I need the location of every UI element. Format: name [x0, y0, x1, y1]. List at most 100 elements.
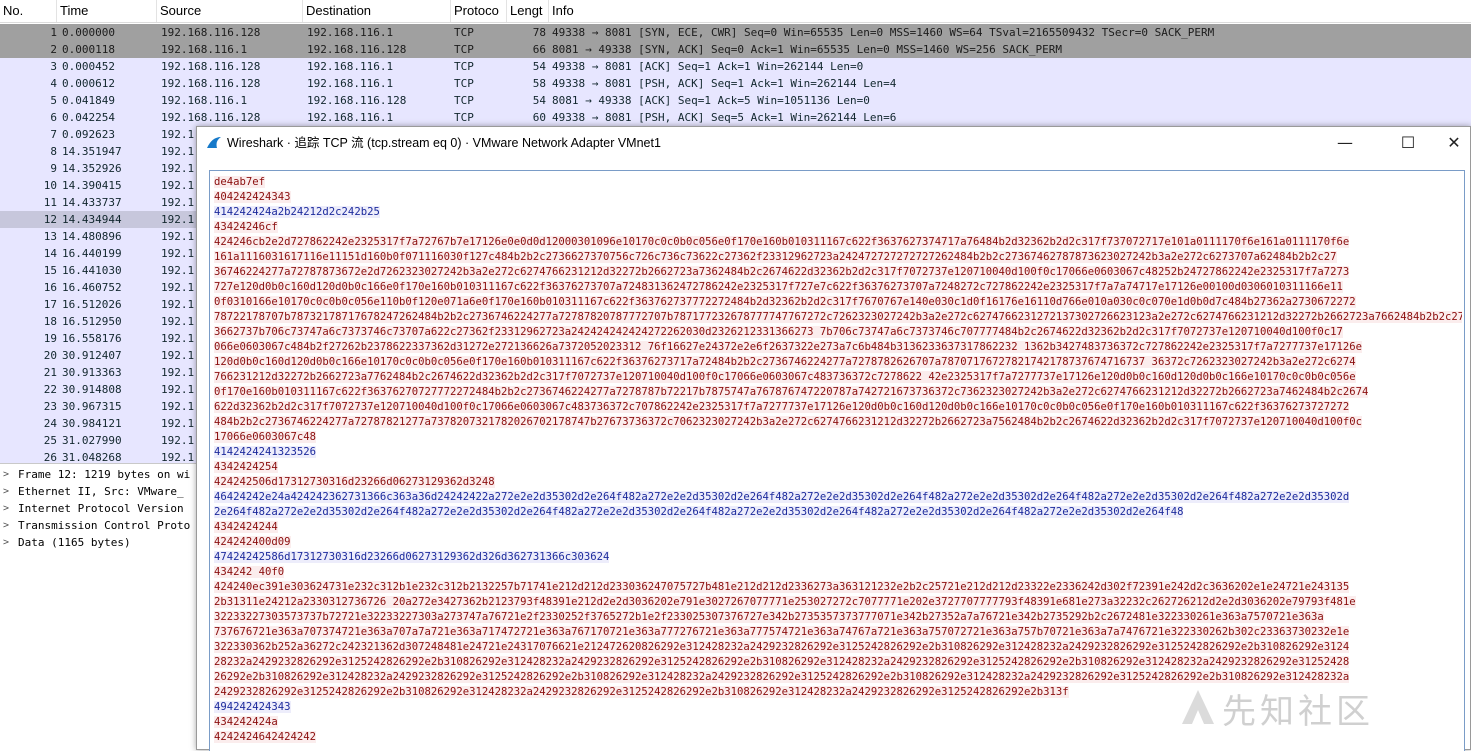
packet-cell-info: 49338 → 8081 [PSH, ACK] Seq=1 Ack=1 Win=… [552, 77, 897, 90]
client-stream-line: 4242424642424242 [214, 731, 317, 743]
packet-cell-proto: TCP [454, 77, 474, 90]
client-stream-line: 36746224277a72787873672e2d7262323027242b… [214, 266, 1350, 278]
packet-cell-info: 49338 → 8081 [ACK] Seq=1 Ack=1 Win=26214… [552, 60, 864, 73]
expand-arrow-icon[interactable]: > [3, 534, 9, 551]
packet-cell-time: 0.092623 [62, 128, 115, 141]
column-header-time[interactable]: Time [57, 0, 157, 22]
close-button[interactable]: ✕ [1431, 127, 1471, 159]
packet-cell-no: 17 [43, 298, 57, 311]
packet-cell-no: 12 [43, 213, 57, 226]
packet-cell-info: 49338 → 8081 [PSH, ACK] Seq=5 Ack=1 Win=… [552, 111, 897, 124]
packet-row[interactable]: 5 0.041849 192.168.116.1 192.168.116.128 TCP… [0, 92, 1471, 109]
client-stream-line: 727e120d0b0c160d120d0b0c166e0f170e160b01… [214, 281, 1343, 293]
packet-cell-src: 192.1 [161, 213, 195, 226]
column-header-destination[interactable]: Destination [303, 0, 451, 22]
packet-row[interactable]: 1 0.000000 192.168.116.128 192.168.116.1 TCP… [0, 24, 1471, 41]
expand-arrow-icon[interactable]: > [3, 517, 9, 534]
packet-cell-src: 192.1 [161, 145, 195, 158]
client-stream-line: 3662737b706c73747a6c7373746c73707a622c27… [214, 326, 1343, 338]
stream-line: 4342424254 [214, 460, 1462, 475]
stream-line: de4ab7ef [214, 175, 1462, 190]
packet-cell-no: 7 [50, 128, 57, 141]
packet-cell-src: 192.1 [161, 281, 195, 294]
client-stream-line: 4342424254 [214, 461, 278, 473]
packet-cell-time: 0.041849 [62, 94, 115, 107]
client-stream-line: 17066e0603067c48 [214, 431, 317, 443]
wireshark-fin-icon [207, 137, 221, 148]
packet-cell-info: 8081 → 49338 [ACK] Seq=1 Ack=5 Win=10511… [552, 94, 870, 107]
packet-cell-len: 66 [532, 43, 546, 56]
packet-cell-dst: 192.168.116.1 [307, 60, 394, 73]
stream-line: 36746224277a72787873672e2d7262323027242b… [214, 265, 1462, 280]
server-stream-line: 414242424a2b24212d2c242b25 [214, 206, 380, 218]
packet-cell-no: 10 [43, 179, 57, 192]
dialog-titlebar[interactable]: Wireshark · 追踪 TCP 流 (tcp.stream eq 0) ·… [197, 127, 1470, 159]
column-header-protocol[interactable]: Protoco [451, 0, 507, 22]
packet-cell-info: 49338 → 8081 [SYN, ECE, CWR] Seq=0 Win=6… [552, 26, 1215, 39]
stream-line: 26292e2b310826292e312428232a242923282629… [214, 670, 1462, 685]
server-stream-line: 494242424343 [214, 701, 291, 713]
packet-cell-len: 54 [532, 94, 546, 107]
stream-line: 46424242e24a424242362731366c363a36d24242… [214, 490, 1462, 505]
expand-arrow-icon[interactable]: > [3, 483, 9, 500]
stream-line: 2b31311e24212a2330312736726 20a272e34273… [214, 595, 1462, 610]
stream-line: 120d0b0c160d120d0b0c166e10170c0c0b0c056e… [214, 355, 1462, 370]
column-header-length[interactable]: Lengt [507, 0, 549, 22]
packet-cell-src: 192.1 [161, 162, 195, 175]
packet-cell-no: 11 [43, 196, 57, 209]
packet-row[interactable]: 3 0.000452 192.168.116.128 192.168.116.1 TCP… [0, 58, 1471, 75]
packet-detail-item[interactable]: > Transmission Control Proto [0, 517, 200, 534]
packet-row[interactable]: 2 0.000118 192.168.116.1 192.168.116.128 TCP… [0, 41, 1471, 58]
packet-details-pane: > Frame 12: 1219 bytes on wi > Ethernet II,… [0, 463, 200, 751]
client-stream-line: 066e0603067c484b2f27262b2378622337362d31… [214, 341, 1363, 353]
stream-line: 434242 40f0 [214, 565, 1462, 580]
packet-cell-proto: TCP [454, 94, 474, 107]
stream-line: 2e264f482a272e2e2d35302d2e264f482a272e2e… [214, 505, 1462, 520]
packet-cell-no: 20 [43, 349, 57, 362]
minimize-button[interactable]: — [1322, 127, 1368, 159]
stream-line: 4342424244 [214, 520, 1462, 535]
packet-detail-item[interactable]: > Frame 12: 1219 bytes on wi [0, 466, 200, 483]
client-stream-line: 32233227303573737b72721e32233227303a2737… [214, 611, 1324, 623]
packet-cell-dst: 192.168.116.128 [307, 43, 407, 56]
packet-cell-time: 16.558176 [62, 332, 122, 345]
client-stream-line: 322330362b252a36272c242321362d307248481e… [214, 641, 1350, 653]
expand-arrow-icon[interactable]: > [3, 466, 9, 483]
stream-line: 322330362b252a36272c242321362d307248481e… [214, 640, 1462, 655]
packet-cell-no: 1 [50, 26, 57, 39]
packet-list-header: No. Time Source Destination Protoco Leng… [0, 0, 1471, 23]
packet-cell-time: 30.984121 [62, 417, 122, 430]
packet-cell-src: 192.1 [161, 196, 195, 209]
stream-line: 424246cb2e2d727862242e2325317f7a72767b7e… [214, 235, 1462, 250]
packet-cell-no: 13 [43, 230, 57, 243]
packet-detail-item[interactable]: > Internet Protocol Version [0, 500, 200, 517]
stream-content-area[interactable]: de4ab7ef 404242424343 414242424a2b24212d2c… [209, 170, 1465, 751]
stream-line: 404242424343 [214, 190, 1462, 205]
packet-cell-time: 0.000118 [62, 43, 115, 56]
stream-line: 43424246cf [214, 220, 1462, 235]
column-header-info[interactable]: Info [549, 0, 1471, 22]
packet-cell-time: 14.390415 [62, 179, 122, 192]
packet-cell-no: 9 [50, 162, 57, 175]
packet-detail-item[interactable]: > Data (1165 bytes) [0, 534, 200, 551]
maximize-button[interactable]: ☐ [1385, 127, 1431, 159]
client-stream-line: 404242424343 [214, 191, 291, 203]
packet-cell-no: 3 [50, 60, 57, 73]
column-header-source[interactable]: Source [157, 0, 303, 22]
packet-detail-item[interactable]: > Ethernet II, Src: VMware_ [0, 483, 200, 500]
packet-cell-len: 78 [532, 26, 546, 39]
stream-line: 0f0310166e10170c0c0b0c056e110b0f120e071a… [214, 295, 1462, 310]
packet-cell-time: 0.042254 [62, 111, 115, 124]
packet-cell-dst: 192.168.116.1 [307, 77, 394, 90]
client-stream-line: 26292e2b310826292e312428232a242923282629… [214, 671, 1350, 683]
expand-arrow-icon[interactable]: > [3, 500, 9, 517]
packet-cell-src: 192.168.116.1 [161, 94, 248, 107]
packet-row[interactable]: 6 0.042254 192.168.116.128 192.168.116.1 TCP… [0, 109, 1471, 126]
packet-cell-time: 0.000452 [62, 60, 115, 73]
packet-cell-time: 16.441030 [62, 264, 122, 277]
column-header-no[interactable]: No. [0, 0, 57, 22]
packet-cell-src: 192.1 [161, 366, 195, 379]
stream-line: 737676721e363a707374721e363a707a7a721e36… [214, 625, 1462, 640]
packet-cell-src: 192.1 [161, 298, 195, 311]
packet-row[interactable]: 4 0.000612 192.168.116.128 192.168.116.1 TCP… [0, 75, 1471, 92]
